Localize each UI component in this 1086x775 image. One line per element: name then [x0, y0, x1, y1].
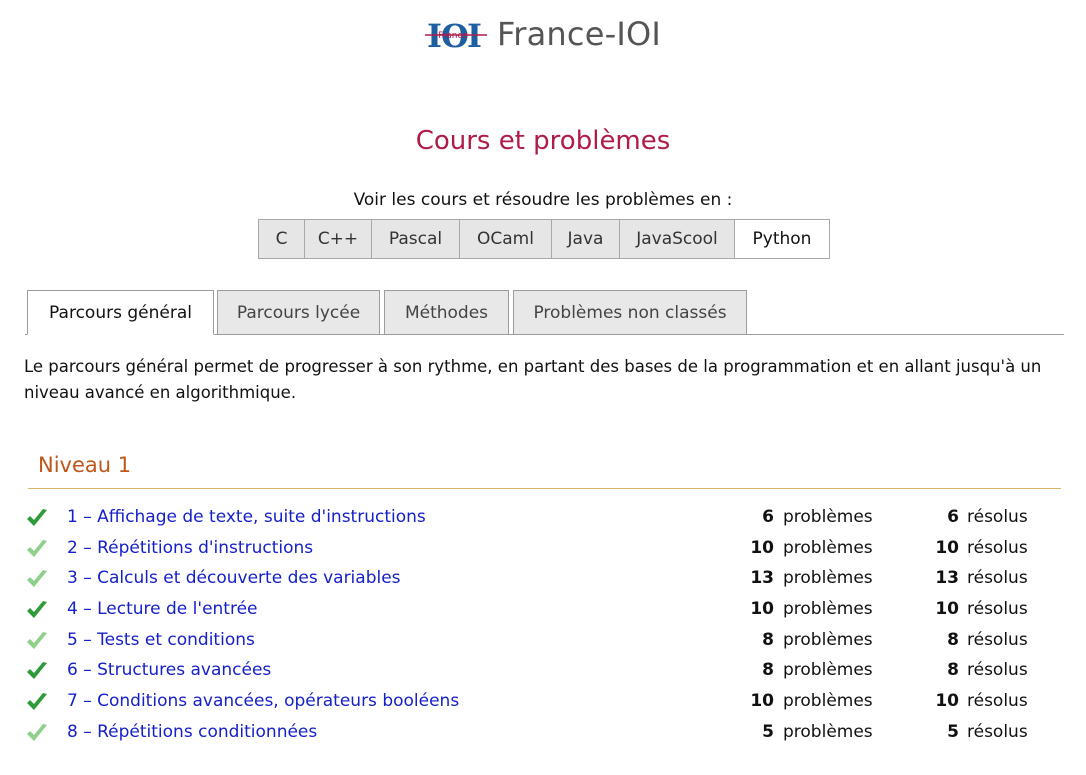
checkmark-icon — [27, 570, 47, 588]
tab-problemes-non-classes[interactable]: Problèmes non classés — [513, 290, 747, 335]
problem-count: 8 — [762, 660, 774, 681]
chapter-link[interactable]: 3 – Calculs et découverte des variables — [67, 568, 401, 588]
problem-count: 10 — [750, 691, 774, 712]
language-prompt: Voir les cours et résoudre les problèmes… — [353, 190, 733, 210]
chapter-row: 1 – Affichage de texte, suite d'instruct… — [0, 503, 1086, 534]
chapter-link[interactable]: 8 – Répétitions conditionnées — [67, 722, 317, 742]
problem-count: 6 — [762, 507, 774, 527]
solved-label: résolus — [967, 507, 1028, 527]
problems-label: problèmes — [783, 721, 873, 742]
solved-label: résolus — [967, 568, 1028, 589]
chapter-row: 4 – Lecture de l'entrée 10 problèmes 10 réso… — [0, 595, 1086, 626]
solved-count: 5 — [947, 721, 959, 742]
course-tabs: Parcours général Parcours lycée Méthodes… — [25, 290, 1064, 335]
chapter-row: 3 – Calculs et découverte des variables 1… — [0, 564, 1086, 595]
chapter-link[interactable]: 4 – Lecture de l'entrée — [67, 599, 258, 619]
solved-count: 10 — [935, 691, 959, 712]
problems-label: problèmes — [783, 629, 873, 650]
chapter-link[interactable]: 6 – Structures avancées — [67, 660, 271, 680]
chapter-row: 2 – Répétitions d'instructions 10 problème… — [0, 534, 1086, 565]
problems-label: problèmes — [783, 537, 873, 558]
solved-label: résolus — [967, 629, 1028, 650]
language-pascal-button[interactable]: Pascal — [372, 220, 460, 258]
problems-label: problèmes — [783, 691, 873, 712]
tab-parcours-general[interactable]: Parcours général — [27, 290, 214, 335]
solved-count: 10 — [935, 537, 959, 558]
chapter-row: 6 – Structures avancées 8 problèmes 8 résolu… — [0, 656, 1086, 687]
chapter-link[interactable]: 2 – Répétitions d'instructions — [67, 538, 313, 558]
problems-label: problèmes — [783, 507, 873, 527]
level-divider — [28, 488, 1061, 489]
checkmark-icon — [27, 509, 47, 526]
problem-count: 8 — [762, 629, 774, 650]
chapter-link[interactable]: 7 – Conditions avancées, opérateurs bool… — [67, 691, 459, 711]
chapter-link[interactable]: 1 – Affichage de texte, suite d'instruct… — [67, 507, 426, 527]
solved-count: 13 — [935, 568, 959, 589]
language-ocaml-button[interactable]: OCaml — [460, 220, 552, 258]
site-header: I O I France France-IOI — [0, 14, 1086, 58]
brand[interactable]: I O I France France-IOI — [424, 14, 661, 54]
problem-count: 10 — [750, 599, 774, 620]
checkmark-icon — [27, 539, 47, 557]
chapter-list: 1 – Affichage de texte, suite d'instruct… — [0, 503, 1086, 749]
solved-label: résolus — [967, 537, 1028, 558]
site-name: France-IOI — [496, 15, 661, 53]
solved-count: 10 — [935, 599, 959, 620]
chapter-link[interactable]: 5 – Tests et conditions — [67, 630, 255, 650]
problem-count: 5 — [762, 721, 774, 742]
checkmark-icon — [27, 693, 47, 711]
problems-label: problèmes — [783, 660, 873, 681]
problem-count: 13 — [750, 568, 774, 589]
problems-label: problèmes — [783, 568, 873, 589]
solved-label: résolus — [967, 660, 1028, 681]
solved-count: 8 — [947, 660, 959, 681]
checkmark-icon — [27, 631, 47, 649]
page-title: Cours et problèmes — [415, 126, 671, 156]
checkmark-icon — [27, 601, 47, 619]
level-title: Niveau 1 — [38, 453, 132, 477]
checkmark-icon — [27, 662, 47, 680]
intro-text: Le parcours général permet de progresser… — [24, 357, 1042, 402]
solved-count: 8 — [947, 629, 959, 650]
language-c-button[interactable]: C — [259, 220, 305, 258]
france-ioi-logo: I O I France — [424, 17, 487, 54]
tab-methodes[interactable]: Méthodes — [384, 290, 509, 335]
chapter-row: 5 – Tests et conditions 8 problèmes 8 résolu… — [0, 626, 1086, 657]
problems-label: problèmes — [783, 599, 873, 620]
logo-subtext: France — [438, 31, 468, 41]
language-javascool-button[interactable]: JavaScool — [620, 220, 735, 258]
solved-label: résolus — [967, 691, 1028, 712]
tab-parcours-lycee[interactable]: Parcours lycée — [217, 290, 380, 335]
solved-label: résolus — [967, 721, 1028, 742]
chapter-row: 8 – Répétitions conditionnées 5 problèmes 5… — [0, 718, 1086, 749]
solved-label: résolus — [967, 599, 1028, 620]
language-cpp-button[interactable]: C++ — [305, 220, 372, 258]
problem-count: 10 — [750, 537, 774, 558]
language-python-button[interactable]: Python — [735, 220, 829, 258]
language-java-button[interactable]: Java — [552, 220, 620, 258]
solved-count: 6 — [947, 507, 959, 527]
checkmark-icon — [27, 723, 47, 741]
language-selector: C C++ Pascal OCaml Java JavaScool Python — [258, 219, 830, 259]
chapter-row: 7 – Conditions avancées, opérateurs bool… — [0, 687, 1086, 718]
